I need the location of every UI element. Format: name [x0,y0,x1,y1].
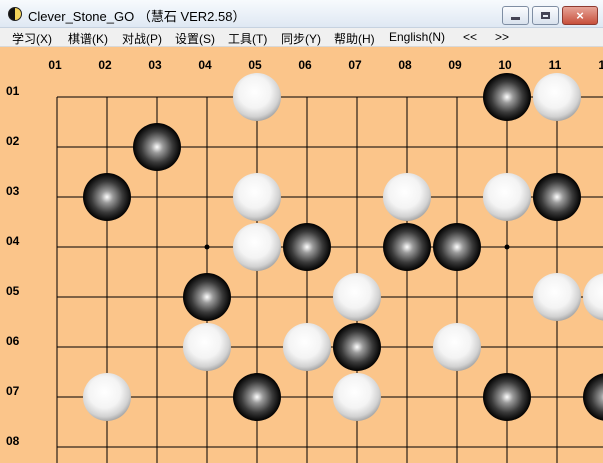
menu-study[interactable]: 学习(X) [12,30,52,47]
menu-next[interactable]: >> [495,30,509,44]
white-stone[interactable] [433,323,481,371]
black-stone[interactable] [483,73,531,121]
row-label: 04 [6,234,20,248]
black-stone[interactable] [183,273,231,321]
row-label: 05 [6,284,20,298]
white-stone[interactable] [233,73,281,121]
menu-bar: 学习(X) 棋谱(K) 对战(P) 设置(S) 工具(T) 同步(Y) 帮助(H… [0,28,603,47]
row-label: 08 [6,434,20,448]
black-stone[interactable] [333,323,381,371]
white-stone[interactable] [233,223,281,271]
column-label: 04 [198,58,212,72]
white-stone[interactable] [283,323,331,371]
white-stone[interactable] [383,173,431,221]
row-label: 03 [6,184,20,198]
maximize-button[interactable] [532,6,559,25]
menu-game-record[interactable]: 棋谱(K) [68,30,108,47]
menu-help[interactable]: 帮助(H) [334,30,375,47]
menu-english[interactable]: English(N) [389,30,445,44]
black-stone[interactable] [533,173,581,221]
menu-sync[interactable]: 同步(Y) [281,30,321,47]
white-stone[interactable] [483,173,531,221]
minimize-icon [511,17,520,20]
title-bar[interactable]: Clever_Stone_GO （慧石 VER2.58） × [0,0,603,28]
black-stone[interactable] [83,173,131,221]
column-label: 02 [98,58,112,72]
column-label: 10 [498,58,512,72]
black-stone[interactable] [433,223,481,271]
column-label: 07 [348,58,362,72]
close-icon: × [576,8,584,23]
white-stone[interactable] [333,373,381,421]
maximize-icon [541,12,550,19]
row-label: 02 [6,134,20,148]
white-stone[interactable] [533,273,581,321]
menu-prev[interactable]: << [463,30,477,44]
black-stone[interactable] [483,373,531,421]
menu-battle[interactable]: 对战(P) [122,30,162,47]
menu-settings[interactable]: 设置(S) [175,30,215,47]
star-point [504,244,510,250]
white-stone[interactable] [83,373,131,421]
black-stone[interactable] [233,373,281,421]
row-label: 01 [6,84,20,98]
menu-tools[interactable]: 工具(T) [228,30,267,47]
column-label: 06 [298,58,312,72]
go-board[interactable]: 01 02 03 04 05 06 07 08 09 10 11 12 01 02 03 04 05 06 07 08 [0,47,603,463]
black-stone[interactable] [583,373,603,421]
white-stone[interactable] [183,323,231,371]
white-stone[interactable] [233,173,281,221]
black-stone[interactable] [283,223,331,271]
column-label: 03 [148,58,162,72]
column-label: 09 [448,58,462,72]
row-label: 06 [6,334,20,348]
minimize-button[interactable] [502,6,529,25]
window-title: Clever_Stone_GO （慧石 VER2.58） [28,9,246,24]
column-label: 01 [48,58,62,72]
white-stone[interactable] [583,273,603,321]
row-label: 07 [6,384,20,398]
white-stone[interactable] [533,73,581,121]
column-label: 11 [549,58,562,72]
star-point [204,244,210,250]
white-stone[interactable] [333,273,381,321]
black-stone[interactable] [383,223,431,271]
column-label: 05 [248,58,262,72]
close-button[interactable]: × [562,6,598,25]
black-stone[interactable] [133,123,181,171]
column-label: 12 [598,58,603,72]
app-logo-icon [8,7,22,21]
column-label: 08 [398,58,412,72]
board-canvas[interactable]: 01 02 03 04 05 06 07 08 09 10 11 12 01 02 03 04 05 06 07 08 [0,47,603,463]
